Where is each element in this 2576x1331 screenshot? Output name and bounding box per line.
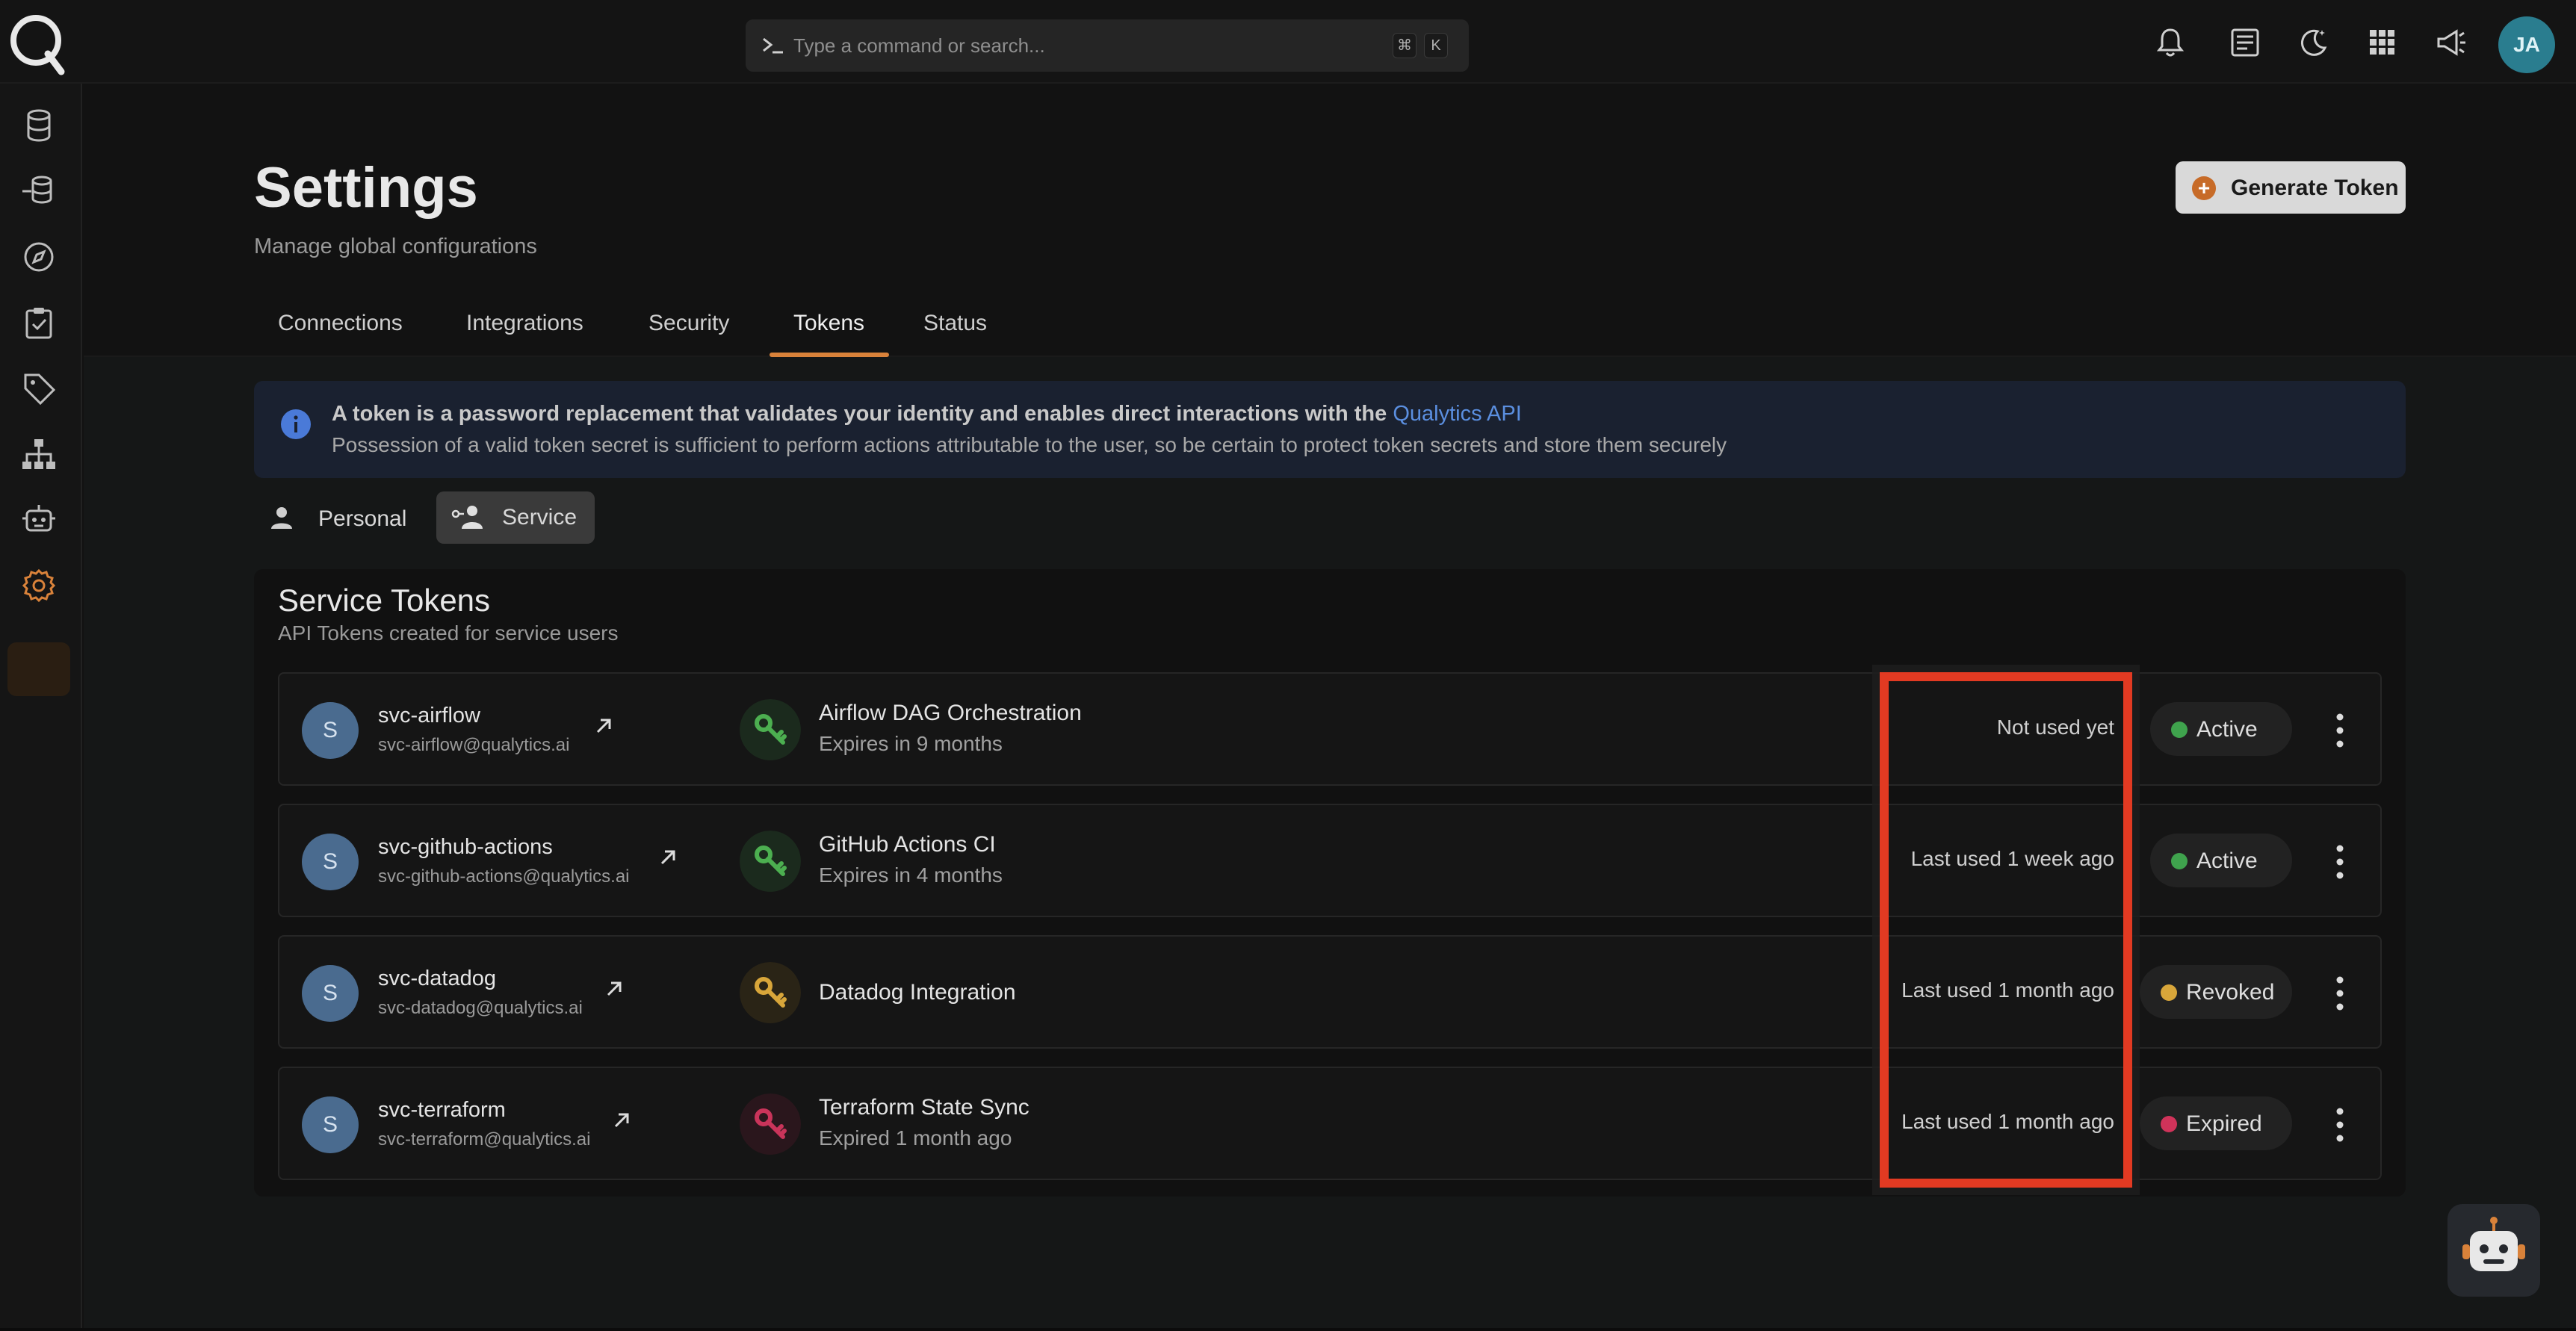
megaphone-icon[interactable] bbox=[2434, 25, 2468, 60]
active-tab-indicator bbox=[770, 353, 889, 357]
personal-toggle[interactable]: Personal bbox=[261, 493, 426, 544]
command-search-bar[interactable]: Type a command or search... ⌘ K bbox=[746, 19, 1469, 72]
token-expiry: Expired 1 month ago bbox=[819, 1126, 1012, 1150]
qualytics-logo-icon[interactable] bbox=[6, 7, 66, 76]
tab-security[interactable]: Security bbox=[648, 311, 729, 336]
shortcut-k-key: K bbox=[1424, 33, 1448, 58]
top-bar: Type a command or search... ⌘ K JA bbox=[0, 0, 2576, 84]
user-avatar[interactable]: JA bbox=[2498, 16, 2555, 73]
key-icon bbox=[740, 831, 801, 892]
page-title: Settings bbox=[254, 156, 478, 220]
terminal-prompt-icon bbox=[763, 37, 783, 54]
service-toggle[interactable]: Service bbox=[436, 491, 595, 544]
service-user-avatar: S bbox=[302, 1096, 359, 1153]
database-icon[interactable] bbox=[19, 106, 58, 145]
status-badge: Active bbox=[2150, 702, 2292, 756]
apps-grid-icon[interactable] bbox=[2365, 25, 2400, 60]
data-stack-icon[interactable] bbox=[19, 172, 58, 211]
token-name: Airflow DAG Orchestration bbox=[819, 701, 1082, 725]
service-label: Service bbox=[502, 505, 578, 530]
service-user-name: svc-datadog bbox=[378, 967, 496, 990]
token-name: Terraform State Sync bbox=[819, 1095, 1030, 1120]
token-name: GitHub Actions CI bbox=[819, 832, 996, 857]
tag-icon[interactable] bbox=[19, 369, 58, 408]
service-user-avatar: S bbox=[302, 965, 359, 1022]
service-user-email: svc-terraform@qualytics.ai bbox=[378, 1129, 591, 1150]
service-user-name: svc-terraform bbox=[378, 1098, 506, 1122]
more-options-icon[interactable] bbox=[2332, 1104, 2347, 1146]
status-dot bbox=[2171, 853, 2188, 869]
status-dot bbox=[2161, 1116, 2177, 1132]
tab-tokens[interactable]: Tokens bbox=[793, 311, 864, 336]
service-user-email: svc-github-actions@qualytics.ai bbox=[378, 866, 630, 887]
generate-token-label: Generate Token bbox=[2231, 176, 2399, 200]
window-bottom-edge bbox=[0, 1328, 2576, 1331]
panel-subtitle: API Tokens created for service users bbox=[278, 621, 619, 645]
service-user-avatar: S bbox=[302, 702, 359, 759]
info-heading-text: A token is a password replacement that v… bbox=[332, 402, 1387, 426]
service-user-avatar: S bbox=[302, 834, 359, 890]
key-icon bbox=[740, 699, 801, 760]
more-options-icon[interactable] bbox=[2332, 710, 2347, 751]
tab-connections[interactable]: Connections bbox=[278, 311, 403, 336]
more-options-icon[interactable] bbox=[2332, 972, 2347, 1014]
service-user-name: svc-airflow bbox=[378, 704, 480, 727]
status-label: Expired bbox=[2186, 1111, 2262, 1136]
plus-icon: + bbox=[2192, 176, 2216, 200]
bell-icon[interactable] bbox=[2153, 25, 2188, 60]
robot-icon[interactable] bbox=[19, 500, 58, 539]
status-label: Active bbox=[2196, 717, 2258, 742]
open-link-arrow-icon[interactable] bbox=[610, 1108, 634, 1132]
tab-status[interactable]: Status bbox=[923, 311, 987, 336]
tab-integrations[interactable]: Integrations bbox=[466, 311, 583, 336]
shortcut-mod-key: ⌘ bbox=[1393, 33, 1417, 58]
token-expiry: Expires in 9 months bbox=[819, 732, 1003, 755]
info-heading: A token is a password replacement that v… bbox=[332, 402, 1522, 426]
service-user-name: svc-github-actions bbox=[378, 835, 553, 859]
key-icon bbox=[740, 1093, 801, 1155]
key-icon bbox=[740, 962, 801, 1023]
gear-icon[interactable] bbox=[19, 566, 58, 605]
status-badge: Revoked bbox=[2140, 965, 2292, 1019]
release-notes-icon[interactable] bbox=[2228, 25, 2262, 60]
open-link-arrow-icon[interactable] bbox=[592, 714, 616, 738]
status-dot bbox=[2161, 984, 2177, 1001]
robot-assistant-icon bbox=[2462, 1217, 2525, 1271]
open-link-arrow-icon[interactable] bbox=[656, 846, 680, 869]
settings-header bbox=[84, 84, 2576, 357]
service-user-email: svc-datadog@qualytics.ai bbox=[378, 998, 583, 1018]
status-label: Revoked bbox=[2186, 980, 2275, 1005]
service-user-email: svc-airflow@qualytics.ai bbox=[378, 735, 570, 755]
open-link-arrow-icon[interactable] bbox=[602, 977, 626, 1001]
more-options-icon[interactable] bbox=[2332, 841, 2347, 883]
token-name: Datadog Integration bbox=[819, 980, 1016, 1005]
personal-label: Personal bbox=[318, 506, 407, 531]
compass-icon[interactable] bbox=[19, 238, 58, 276]
hierarchy-icon[interactable] bbox=[19, 435, 58, 474]
qualytics-api-link[interactable]: Qualytics API bbox=[1393, 402, 1521, 426]
panel-title: Service Tokens bbox=[278, 583, 491, 618]
token-info-alert: A token is a password replacement that v… bbox=[254, 381, 2406, 478]
service-user-icon bbox=[451, 506, 483, 529]
dark-mode-icon[interactable] bbox=[2297, 25, 2331, 60]
info-description: Possession of a valid token secret is su… bbox=[332, 433, 1727, 456]
info-icon bbox=[281, 409, 311, 439]
generate-token-button[interactable]: + Generate Token bbox=[2176, 161, 2406, 214]
search-placeholder: Type a command or search... bbox=[793, 34, 1045, 57]
status-dot bbox=[2171, 722, 2188, 738]
status-badge: Active bbox=[2150, 834, 2292, 887]
status-label: Active bbox=[2196, 848, 2258, 873]
token-expiry: Expires in 4 months bbox=[819, 863, 1003, 887]
status-badge: Expired bbox=[2140, 1096, 2292, 1150]
sidebar bbox=[0, 84, 82, 1331]
person-icon bbox=[271, 507, 292, 529]
last-used-highlight-box bbox=[1880, 672, 2132, 1188]
assistant-bot-button[interactable] bbox=[2447, 1204, 2540, 1297]
page-subtitle: Manage global configurations bbox=[254, 235, 537, 258]
sidebar-active-highlight bbox=[7, 642, 70, 696]
clipboard-check-icon[interactable] bbox=[19, 303, 58, 342]
